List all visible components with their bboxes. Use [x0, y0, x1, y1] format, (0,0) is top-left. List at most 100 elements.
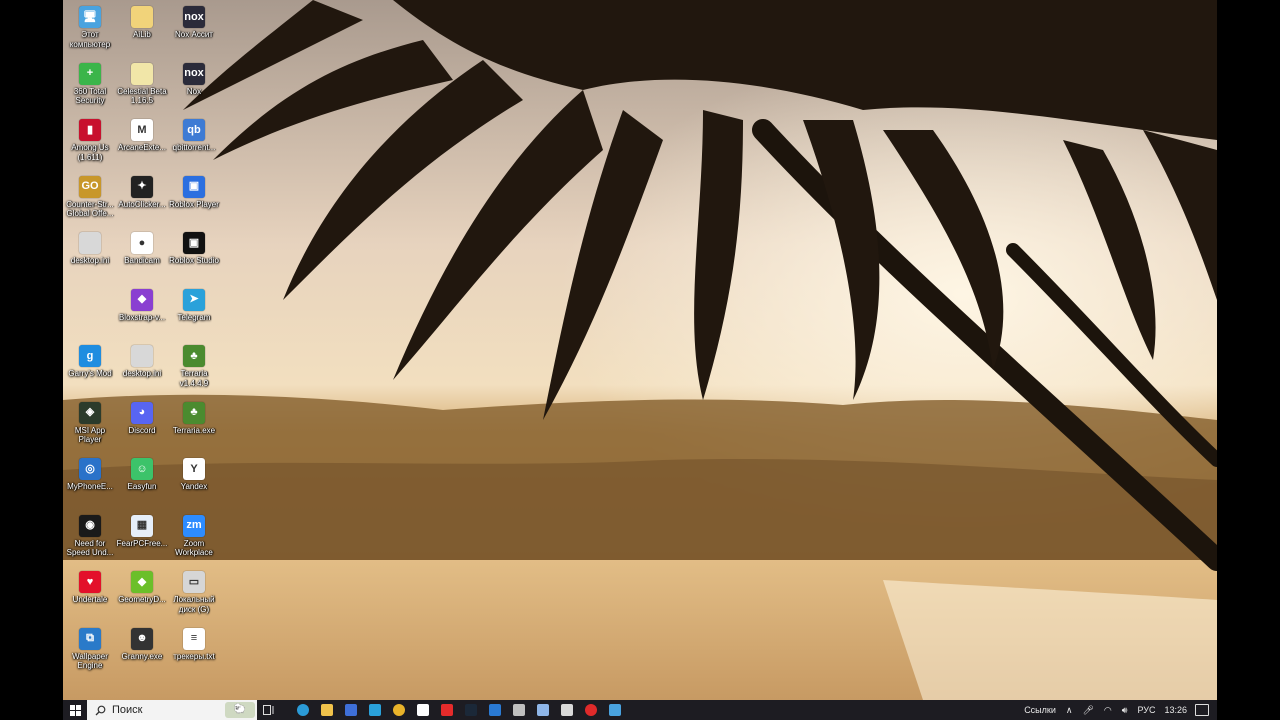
desktop-icon[interactable]: ▣ Roblox Player — [168, 172, 220, 210]
desktop-icon-label: Garry's Mod — [68, 369, 112, 378]
network-icon[interactable]: ◠ — [1104, 705, 1112, 716]
settings-file-icon — [131, 345, 153, 367]
taskbar-app-button[interactable] — [363, 700, 387, 720]
desktop-icon-label: ArcaneExte... — [117, 143, 167, 152]
desktop-icon[interactable]: g Garry's Mod — [64, 341, 116, 379]
desktop-icon[interactable]: ♣ Terraria v1.4.4.9 — [168, 341, 220, 388]
bloxstrap-icon: ◆ — [131, 288, 153, 311]
desktop-icon[interactable]: Celestial Beta 1.16.5 — [116, 59, 168, 106]
desktop-icon-label: desktop.ini — [122, 369, 162, 378]
desktop-icon[interactable]: zm Zoom Workplace — [168, 511, 220, 558]
desktop-icon-label: Easyfun — [127, 482, 157, 491]
desktop-icon[interactable]: nox Nox — [168, 59, 220, 97]
desktop-icon[interactable]: ◆ GeometryD... — [116, 567, 168, 605]
bandicam-icon: ● — [131, 232, 153, 254]
taskbar-app-button[interactable] — [315, 700, 339, 720]
desktop-icon[interactable]: desktop.ini — [64, 228, 116, 266]
desktop-icon[interactable]: ◎ MyPhoneE... — [64, 454, 116, 492]
show-hidden-icons-chevron-icon[interactable]: ∧ — [1066, 705, 1073, 716]
task-view-button[interactable] — [257, 700, 281, 720]
desktop-icon-label: Granny.exe — [121, 651, 163, 661]
desktop-icon[interactable]: +360 Total Security — [64, 59, 116, 106]
desktop-icon-label: MyPhoneE... — [67, 482, 113, 491]
taskbar-app-button[interactable] — [411, 700, 435, 720]
yandex-browser-icon — [417, 704, 429, 716]
desktop-icon[interactable]: AiLib — [116, 2, 168, 40]
start-button[interactable] — [63, 700, 87, 720]
desktop-icon-label: Nox Ассит — [175, 30, 213, 39]
desktop-icon[interactable]: ♣ Terraria.exe — [168, 398, 220, 436]
telegram-icon — [369, 704, 381, 716]
desktop-icon[interactable]: desktop.ini — [116, 341, 168, 379]
desktop-icon[interactable]: ◆ Bloxstrap-v... — [116, 285, 168, 323]
desktop-icon[interactable]: ♥ Undertale — [64, 567, 116, 605]
taskbar-app-button[interactable] — [507, 700, 531, 720]
desktop-icon-label: Bandicam — [124, 256, 160, 265]
desktop-icon[interactable]: ● Bandicam — [116, 228, 168, 266]
taskbar-app-button[interactable] — [435, 700, 459, 720]
desktop-icon[interactable]: ≡ трекеры.txt — [168, 624, 220, 662]
desktop-icon[interactable]: ◉ Need for Speed Und... — [64, 511, 116, 558]
computer-icon: 🖥 — [79, 6, 101, 28]
taskbar-app-button[interactable] — [483, 700, 507, 720]
desktop-icon[interactable]: ▦ FearPCFree... — [116, 511, 168, 549]
desktop-icon-label: Undertale — [72, 595, 108, 604]
desktop-icon[interactable]: Y Yandex — [168, 454, 220, 492]
desktop-icon[interactable]: ▣ Roblox Studio — [168, 228, 220, 266]
desktop-icon-label: desktop.ini — [70, 256, 110, 265]
roblox-player-icon: ▣ — [183, 175, 205, 198]
desktop-icon-label: AiLib — [133, 30, 151, 39]
taskbar-app-button[interactable] — [339, 700, 363, 720]
desktop-icon[interactable]: ☻ Granny.exe — [116, 624, 168, 662]
input-language[interactable]: РУС — [1137, 705, 1155, 715]
desktop-icon[interactable]: GO Counter-Str... Global Offe... — [64, 172, 116, 219]
taskbar-app-button[interactable] — [531, 700, 555, 720]
search-placeholder: Поиск — [112, 704, 143, 716]
taskbar-app-button[interactable] — [603, 700, 627, 720]
desktop-icon[interactable]: nox Nox Ассит — [168, 2, 220, 40]
links-toolbar[interactable]: Ссылки — [1024, 705, 1056, 715]
desktop-icon[interactable]: M ArcaneExte... — [116, 115, 168, 153]
taskbar-app-button[interactable] — [579, 700, 603, 720]
taskbar-search-box[interactable]: Поиск 🐑 — [87, 700, 257, 720]
record-icon — [585, 704, 597, 716]
taskbar-pinned-apps — [291, 700, 627, 720]
nox-icon: nox — [183, 62, 205, 85]
terraria-icon: ♣ — [183, 345, 205, 367]
desktop-icon-label: Wallpaper Engine — [72, 651, 108, 671]
taskbar-app-button[interactable] — [387, 700, 411, 720]
notification-center-icon[interactable] — [1195, 704, 1209, 716]
task-view-icon — [263, 705, 274, 715]
microphone-icon[interactable]: 🎤︎ — [1082, 705, 1093, 716]
discord-icon: ◕ — [131, 401, 153, 424]
arcane-icon: M — [131, 119, 153, 141]
desktop-icon[interactable]: ✦ AutoClicker... — [116, 172, 168, 210]
clock[interactable]: 13:26 — [1164, 705, 1187, 715]
desktop-icon[interactable]: ☺ Easyfun — [116, 454, 168, 492]
search-icon — [95, 705, 106, 715]
desktop-icon[interactable]: ➤ Telegram — [168, 285, 220, 323]
desktop-icon[interactable]: 🖥 Этот компьютер — [64, 2, 116, 49]
desktop-icon-label: GeometryD... — [118, 595, 166, 604]
edge-icon — [297, 704, 309, 716]
desktop-icon[interactable]: ⧉ Wallpaper Engine — [64, 624, 116, 671]
desktop-icon[interactable]: ◈ MSI App Player — [64, 398, 116, 445]
search-highlight-icon: 🐑 — [225, 702, 255, 718]
settings-file-icon — [79, 232, 101, 254]
taskbar-app-button[interactable] — [459, 700, 483, 720]
fearpc-icon: ▦ — [131, 514, 153, 537]
steam-icon — [465, 704, 477, 716]
terraria-icon: ♣ — [183, 401, 205, 424]
desktop-icon[interactable]: ◕ Discord — [116, 398, 168, 436]
desktop-icon[interactable]: ▭ Локальный диск (G) — [168, 567, 220, 614]
desktop-icon[interactable]: qb qbittorrent... — [168, 115, 220, 153]
taskbar-app-button[interactable] — [555, 700, 579, 720]
text-file-icon: ≡ — [183, 627, 205, 650]
yandex-icon: Y — [183, 458, 205, 480]
desktop-icon-label: Этот компьютер — [69, 30, 111, 49]
taskbar-app-button[interactable] — [291, 700, 315, 720]
file-explorer-icon — [321, 704, 333, 716]
desktop-icon[interactable]: ▮ Among Us (1.611) — [64, 115, 116, 162]
volume-icon[interactable]: 🔊︎ — [1122, 705, 1128, 716]
geometry-dash-icon: ◆ — [131, 571, 153, 593]
